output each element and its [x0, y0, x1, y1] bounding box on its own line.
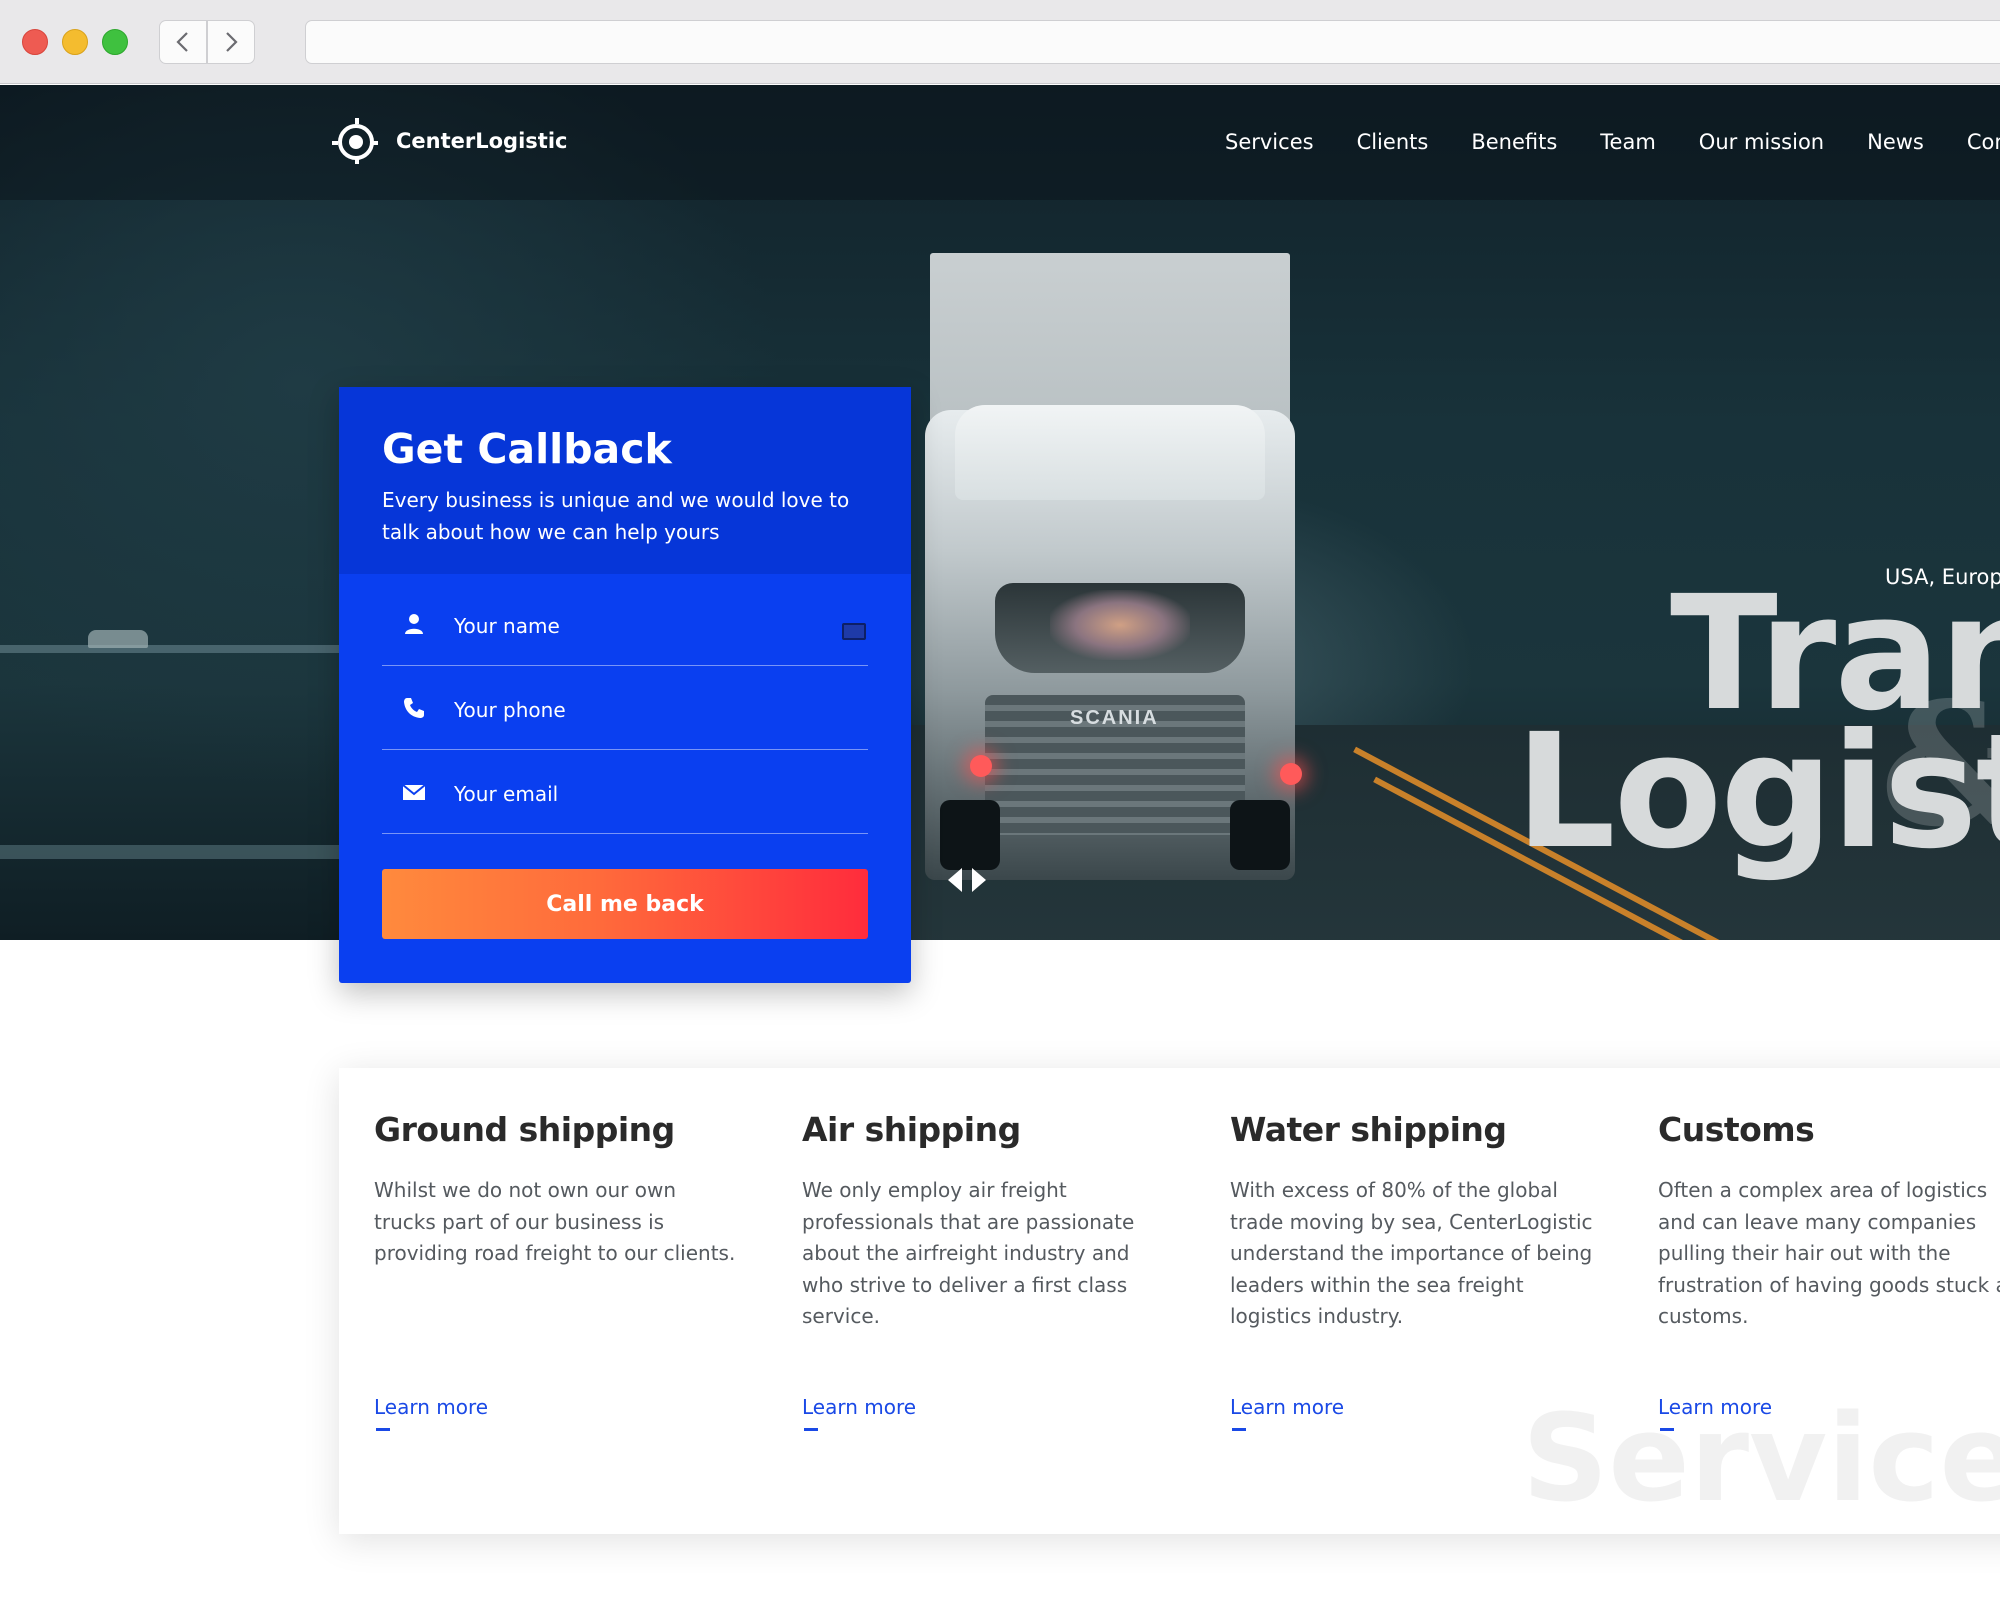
truck-headlight-right — [1280, 763, 1302, 785]
truck-wheel — [1230, 800, 1290, 870]
phone-placeholder: Your phone — [454, 698, 566, 722]
hero-title: Trans Logistic — [1515, 575, 2000, 871]
email-placeholder: Your email — [454, 782, 559, 806]
callback-form: Get Callback Every business is unique an… — [339, 387, 911, 983]
phone-field[interactable]: Your phone — [382, 666, 868, 750]
main-navigation: Services Clients Benefits Team Our missi… — [1225, 130, 2000, 154]
contact-card-icon — [842, 623, 866, 640]
windshield-reflection — [1050, 590, 1190, 660]
nav-news[interactable]: News — [1867, 130, 1924, 154]
name-placeholder: Your name — [454, 614, 560, 638]
name-field[interactable]: Your name — [382, 582, 868, 666]
truck-badge: SCANIA — [1070, 707, 1159, 729]
nav-benefits[interactable]: Benefits — [1471, 130, 1557, 154]
slider-controls — [948, 868, 986, 892]
hero-section: SCANIA USA, Europe & Trans Logistic — [0, 85, 2000, 940]
callback-title: Get Callback — [382, 425, 672, 473]
minimize-window-button[interactable] — [62, 29, 88, 55]
phone-icon — [404, 698, 424, 718]
learn-more-link[interactable]: Learn more — [1230, 1395, 1344, 1419]
nav-contact[interactable]: Contact — [1967, 130, 2000, 154]
browser-toolbar — [0, 0, 2000, 84]
brand-logo-icon[interactable] — [332, 118, 378, 164]
callback-header: Get Callback Every business is unique an… — [339, 387, 911, 574]
distant-car — [88, 630, 148, 648]
service-description: Often a complex area of logistics and ca… — [1658, 1178, 2000, 1328]
link-underline — [376, 1428, 390, 1431]
services-watermark: Services — [1522, 1390, 2000, 1529]
learn-more-link[interactable]: Learn more — [802, 1395, 916, 1419]
chevron-left-icon — [176, 32, 188, 52]
nav-our-mission[interactable]: Our mission — [1699, 130, 1824, 154]
callback-description: Every business is unique and we would lo… — [382, 488, 850, 544]
nav-services[interactable]: Services — [1225, 130, 1314, 154]
envelope-icon — [402, 784, 426, 800]
email-field[interactable]: Your email — [382, 750, 868, 834]
learn-more-link[interactable]: Learn more — [374, 1395, 488, 1419]
service-title: Customs — [1658, 1110, 1815, 1149]
nav-team[interactable]: Team — [1600, 130, 1656, 154]
service-description: Whilst we do not own our own trucks part… — [374, 1178, 736, 1265]
truck-headlight-left — [970, 755, 992, 777]
address-bar[interactable] — [305, 20, 2000, 64]
nav-clients[interactable]: Clients — [1357, 130, 1429, 154]
truck-wheel — [940, 800, 1000, 870]
link-underline — [804, 1428, 818, 1431]
user-icon — [405, 614, 423, 634]
truck-roof — [955, 405, 1265, 500]
chevron-right-icon — [226, 32, 238, 52]
service-description: We only employ air freight professionals… — [802, 1178, 1135, 1328]
browser-back-button[interactable] — [159, 20, 207, 64]
service-title: Ground shipping — [374, 1110, 675, 1149]
call-me-back-button[interactable]: Call me back — [382, 869, 868, 939]
service-card-customs: Customs Often a complex area of logistic… — [1658, 1110, 2000, 1431]
service-card-water: Water shipping With excess of 80% of the… — [1230, 1110, 1600, 1431]
brand-name[interactable]: CenterLogistic — [396, 129, 567, 153]
browser-forward-button[interactable] — [207, 20, 255, 64]
service-title: Air shipping — [802, 1110, 1021, 1149]
maximize-window-button[interactable] — [102, 29, 128, 55]
close-window-button[interactable] — [22, 29, 48, 55]
hero-title-line2: Logistic — [1515, 700, 2000, 884]
service-title: Water shipping — [1230, 1110, 1507, 1149]
service-card-ground: Ground shipping Whilst we do not own our… — [374, 1110, 744, 1431]
slider-next-icon[interactable] — [972, 868, 986, 892]
service-card-air: Air shipping We only employ air freight … — [802, 1110, 1172, 1431]
service-description: With excess of 80% of the global trade m… — [1230, 1178, 1593, 1328]
slider-prev-icon[interactable] — [948, 868, 962, 892]
link-underline — [1232, 1428, 1246, 1431]
